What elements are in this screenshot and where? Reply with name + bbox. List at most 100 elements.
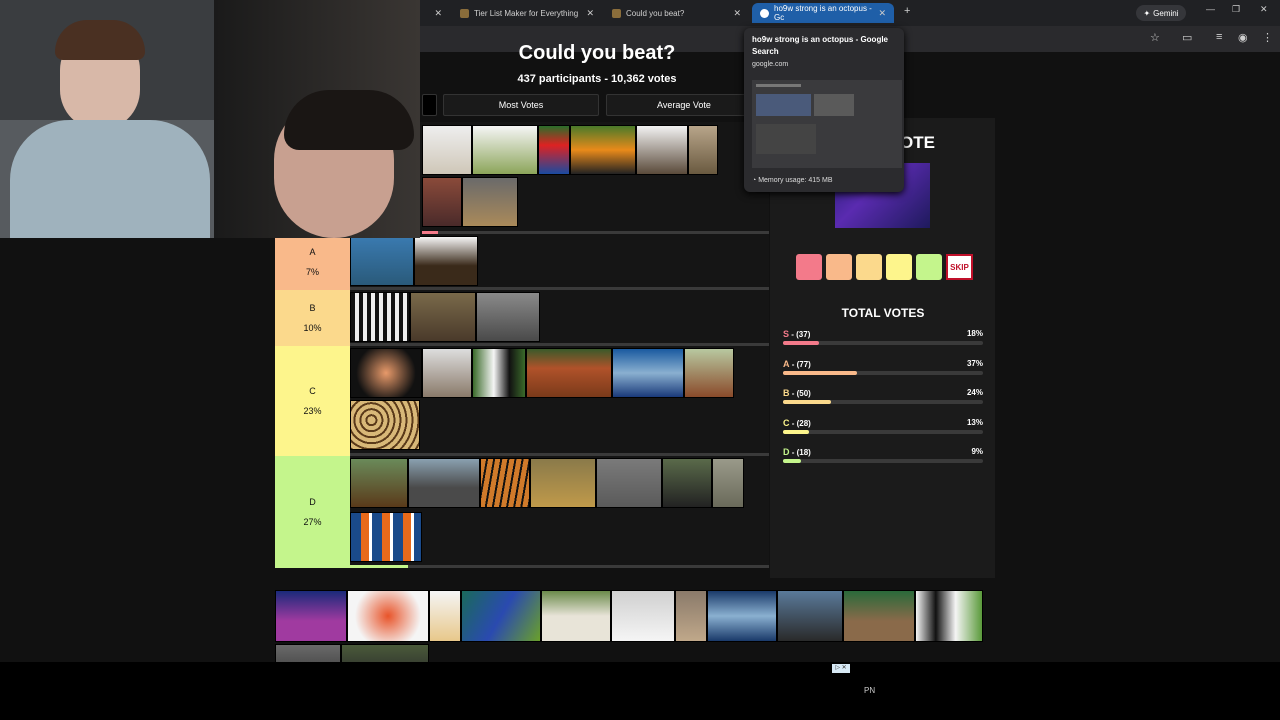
average-vote-tab[interactable]: Average Vote [606, 94, 762, 116]
elephant-image[interactable] [712, 458, 744, 508]
vote-tier-button-1[interactable] [826, 254, 852, 280]
mouse-image[interactable] [422, 125, 472, 175]
cheetah-image[interactable] [350, 400, 420, 450]
tier-letter: D [309, 497, 316, 507]
lizard-image[interactable] [472, 125, 538, 175]
vote-stat-bar [783, 429, 809, 434]
vote-stat-count: - (18) [789, 448, 811, 457]
vote-stat-percent: 37% [966, 358, 983, 368]
panda-image[interactable] [472, 348, 526, 398]
ferret-image[interactable] [636, 125, 688, 175]
most-votes-tab[interactable]: Most Votes [443, 94, 599, 116]
clownfish-image[interactable] [350, 512, 422, 562]
horse-image[interactable] [684, 348, 734, 398]
tier-letter: C [309, 386, 316, 396]
vote-stat-count: - (28) [789, 418, 811, 428]
peacock-image[interactable] [461, 590, 541, 642]
tab-title: Tier List Maker for Everything [474, 8, 579, 18]
profile-icon[interactable]: ◉ [1238, 31, 1248, 44]
rhino-image[interactable] [596, 458, 662, 508]
hover-card-url: google.com [752, 61, 789, 68]
bottom-overlay-bar [0, 662, 1280, 720]
vote-stat-label: C - (28) [783, 418, 811, 428]
swan-image[interactable] [611, 590, 675, 642]
duck-image[interactable] [843, 590, 915, 642]
webcam-feed-left [0, 0, 214, 238]
cow-image[interactable] [915, 590, 983, 642]
extensions-icon[interactable]: ≡ [1216, 31, 1222, 43]
orangutan-image[interactable] [526, 348, 612, 398]
tier-percent: 27% [303, 517, 322, 527]
wolf-image[interactable] [422, 348, 472, 398]
tier-row-c [350, 346, 769, 456]
parrot-image[interactable] [538, 125, 570, 175]
shark-image[interactable] [612, 348, 684, 398]
tab-could-you-beat[interactable]: Could you beat? ✕ [604, 3, 749, 23]
tier-letter: A [309, 247, 316, 257]
vote-tier-button-3[interactable] [886, 254, 912, 280]
turtle-image[interactable] [350, 236, 414, 286]
ad-badge[interactable]: ▷ ✕ [832, 664, 850, 673]
menu-icon[interactable]: ⋮ [1262, 31, 1273, 44]
hippo-image[interactable] [408, 458, 480, 508]
vote-stat-label: D - (18) [783, 447, 811, 457]
tab-bar: ✕ Tier List Maker for Everything ✕ Could… [420, 0, 1280, 26]
tab-close-prev[interactable]: ✕ [420, 3, 450, 23]
close-icon[interactable]: ✕ [878, 8, 886, 19]
tier-percent: 23% [303, 406, 322, 416]
hover-card-title: ho9w strong is an octopus - Google Searc… [752, 35, 889, 56]
cast-icon[interactable]: ▭ [1182, 31, 1192, 44]
vote-stat-row: C - (28) 13% [783, 417, 983, 434]
vote-stat-bar [783, 370, 857, 375]
tab-tier-list-maker[interactable]: Tier List Maker for Everything ✕ [452, 3, 602, 23]
skip-button[interactable]: SKIP [946, 254, 973, 280]
restore-icon[interactable]: ❐ [1232, 4, 1240, 15]
lion-image[interactable] [530, 458, 596, 508]
oriole-image[interactable] [570, 125, 636, 175]
toggle-left-edge[interactable] [422, 94, 437, 116]
vote-tier-button-2[interactable] [856, 254, 882, 280]
vote-tier-button-0[interactable] [796, 254, 822, 280]
squid-image[interactable] [350, 348, 422, 398]
puppy-image[interactable] [429, 590, 461, 642]
tier-label-d: D 27% [275, 456, 350, 568]
participants-summary: 437 participants - 10,362 votes [517, 73, 677, 85]
gemini-button[interactable]: ✦ Gemini [1136, 5, 1186, 21]
vote-stat-percent: 13% [966, 417, 983, 427]
new-tab-icon[interactable]: + [904, 5, 910, 17]
vote-stat-track [783, 429, 983, 434]
star-icon[interactable]: ☆ [1150, 31, 1160, 44]
tier-row-a [350, 234, 769, 290]
sheep-image[interactable] [541, 590, 611, 642]
vote-stat-count: - (37) [789, 330, 811, 339]
whale-image[interactable] [707, 590, 777, 642]
close-icon[interactable]: ✕ [434, 8, 442, 19]
wolverine-image[interactable] [476, 292, 540, 342]
tiger-image[interactable] [480, 458, 530, 508]
zebra-image[interactable] [350, 292, 410, 342]
tier-percent: 10% [303, 323, 322, 333]
close-icon[interactable]: ✕ [586, 8, 594, 19]
vote-stat-label: B - (50) [783, 388, 811, 398]
close-icon[interactable]: ✕ [733, 8, 741, 19]
vote-tier-button-4[interactable] [916, 254, 942, 280]
memory-text: Memory usage: 415 MB [758, 177, 833, 184]
owl-image[interactable] [675, 590, 707, 642]
tier-row-b [350, 290, 769, 346]
vote-stat-label: S - (37) [783, 329, 811, 339]
starfish-image[interactable] [422, 177, 462, 227]
octopus-image[interactable] [275, 590, 347, 642]
vote-stat-bar [783, 400, 831, 404]
deer-image[interactable] [688, 125, 718, 175]
page-title: Could you beat? [518, 42, 676, 64]
gorilla-image[interactable] [662, 458, 712, 508]
wildcat-image[interactable] [462, 177, 518, 227]
bear-image[interactable] [350, 458, 408, 508]
tab-google-search[interactable]: ho9w strong is an octopus - Gc ✕ [752, 3, 894, 23]
whitetail-deer-image[interactable] [410, 292, 476, 342]
close-window-icon[interactable]: ✕ [1260, 4, 1268, 15]
eagle-image[interactable] [414, 236, 478, 286]
crab-image[interactable] [347, 590, 429, 642]
sea-lion-image[interactable] [777, 590, 843, 642]
minimize-icon[interactable]: — [1206, 4, 1215, 14]
